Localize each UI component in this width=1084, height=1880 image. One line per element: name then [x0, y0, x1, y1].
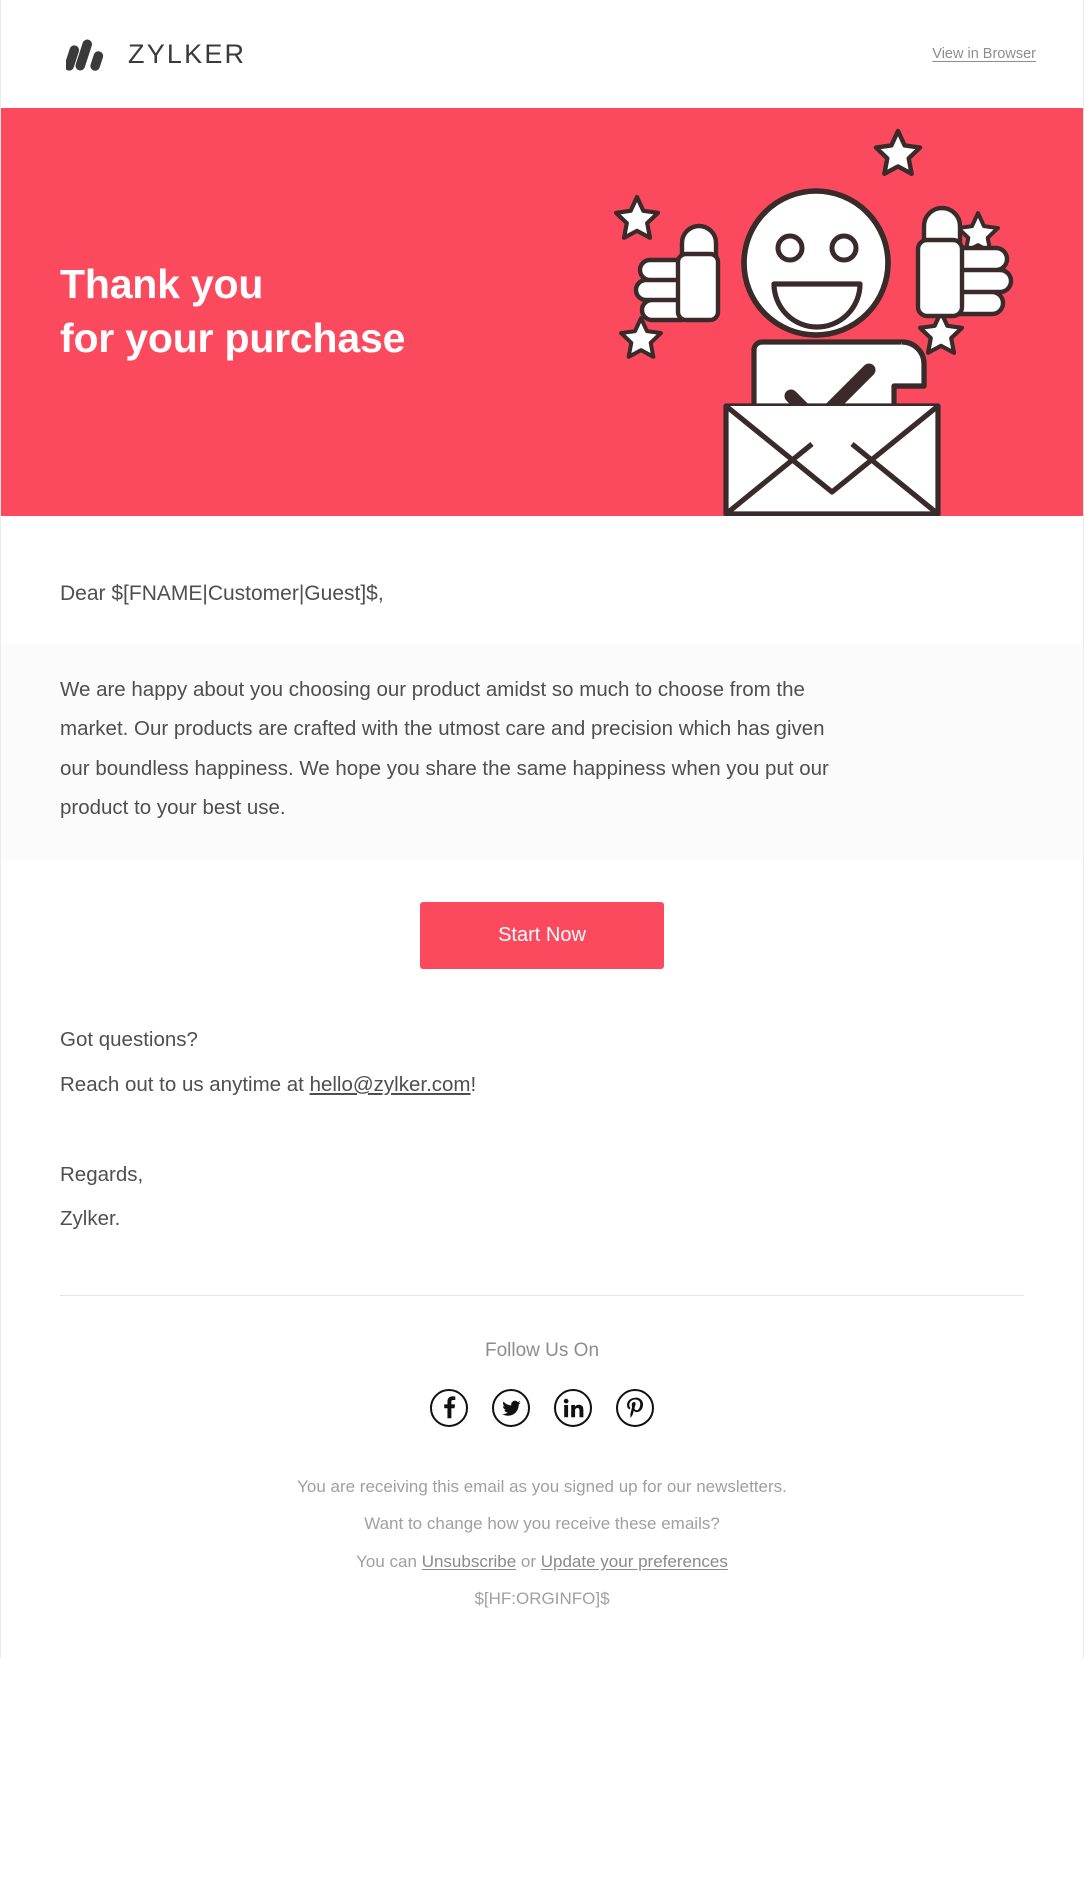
signoff-band: Regards, Zylker.: [0, 1106, 1084, 1242]
twitter-icon[interactable]: [491, 1388, 531, 1428]
envelope-with-checkmark-letter-icon: [723, 339, 941, 516]
footer-you-can-text: You can: [356, 1551, 422, 1571]
regards-text: Regards,: [60, 1162, 144, 1186]
footer-newsletter-notice: You are receiving this email as you sign…: [297, 1477, 787, 1497]
email-footer: You are receiving this email as you sign…: [0, 1428, 1084, 1658]
signature-text: Zylker.: [60, 1207, 121, 1230]
reach-out-suffix: !: [470, 1072, 477, 1096]
thumbs-up-right-icon: [915, 205, 1014, 319]
salutation-text: Dear $[FNAME|Customer|Guest]$,: [60, 582, 384, 605]
reach-out-line: Reach out to us anytime at hello@zylker.…: [60, 1062, 1024, 1107]
thumbs-up-left-icon: [633, 223, 721, 323]
linkedin-icon[interactable]: [553, 1388, 593, 1428]
zylker-bars-logo-icon: [66, 37, 114, 71]
star-icon: [619, 316, 663, 359]
pinterest-icon[interactable]: [615, 1388, 655, 1428]
update-preferences-link[interactable]: Update your preferences: [541, 1552, 728, 1571]
body-paragraph: We are happy about you choosing our prod…: [60, 677, 829, 820]
footer-or-text: or: [516, 1551, 541, 1571]
support-email-link[interactable]: hello@zylker.com: [310, 1073, 471, 1096]
brand-lockup: ZYLKER: [66, 37, 246, 71]
smiley-face-icon: [741, 188, 891, 338]
questions-heading: Got questions?: [60, 1027, 198, 1051]
star-icon: [616, 197, 658, 238]
email-header: ZYLKER View in Browser: [0, 0, 1084, 108]
hero-title: Thank you for your purchase: [60, 261, 406, 361]
salutation-band: Dear $[FNAME|Customer|Guest]$,: [0, 516, 1084, 644]
brand-name: ZYLKER: [128, 38, 247, 69]
footer-change-prompt: Want to change how you receive these ema…: [364, 1514, 720, 1534]
cta-band: Start Now: [0, 859, 1084, 1013]
footer-org-info: $[HF:ORGINFO]$: [474, 1589, 610, 1609]
thank-you-illustration: [586, 108, 1056, 516]
hero-banner: Thank you for your purchase: [0, 108, 1084, 516]
footer-preferences-line: You can Unsubscribe or Update your prefe…: [0, 1543, 1084, 1580]
facebook-icon[interactable]: [429, 1388, 469, 1428]
follow-us-label: Follow Us On: [484, 1340, 600, 1362]
view-in-browser-link[interactable]: View in Browser: [932, 46, 1036, 62]
paragraph-band: We are happy about you choosing our prod…: [0, 643, 1084, 860]
reach-out-prefix: Reach out to us anytime at: [60, 1072, 310, 1096]
unsubscribe-link[interactable]: Unsubscribe: [422, 1552, 517, 1571]
social-icon-row: [0, 1388, 1084, 1428]
follow-us-band: Follow Us On: [0, 1296, 1084, 1429]
start-now-button[interactable]: Start Now: [420, 901, 664, 969]
star-icon: [876, 131, 920, 174]
email-canvas: ZYLKER View in Browser Thank you for you…: [0, 0, 1084, 1658]
left-edge-rule: [0, 0, 1, 1658]
contact-band: Got questions? Reach out to us anytime a…: [0, 1012, 1084, 1107]
